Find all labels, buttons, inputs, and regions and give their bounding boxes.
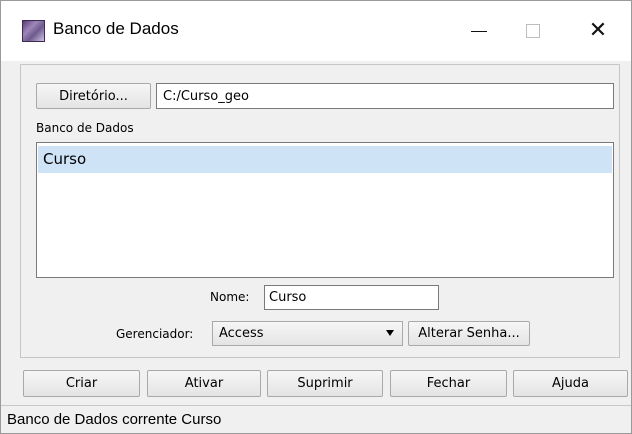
delete-button[interactable]: Suprimir <box>267 370 383 397</box>
title-bar[interactable]: Banco de Dados ✕ <box>1 1 631 61</box>
minimize-icon <box>471 30 487 32</box>
status-bar: Banco de Dados corrente Curso <box>1 405 631 433</box>
list-item[interactable]: Curso <box>38 146 612 173</box>
name-label: Nome: <box>210 290 250 304</box>
name-input[interactable]: Curso <box>264 285 439 310</box>
activate-button[interactable]: Ativar <box>147 370 261 397</box>
close-button[interactable]: Fechar <box>390 370 507 397</box>
directory-path-field[interactable]: C:/Curso_geo <box>156 83 614 109</box>
database-list-label: Banco de Dados <box>36 121 134 135</box>
minimize-button[interactable] <box>456 1 502 61</box>
manager-select[interactable]: Access <box>212 321 403 346</box>
chevron-down-icon <box>386 330 394 336</box>
maximize-icon <box>526 24 540 38</box>
app-icon <box>22 20 45 42</box>
help-button[interactable]: Ajuda <box>513 370 628 397</box>
close-icon: ✕ <box>588 18 608 43</box>
change-password-button[interactable]: Alterar Senha... <box>408 321 530 346</box>
window-title: Banco de Dados <box>53 19 179 38</box>
dialog-window: Banco de Dados ✕ Diretório... C:/Curso_g… <box>0 0 632 434</box>
database-list[interactable]: Curso <box>36 142 614 278</box>
directory-button[interactable]: Diretório... <box>36 83 151 109</box>
maximize-button <box>510 1 556 61</box>
manager-select-value: Access <box>219 326 264 341</box>
close-window-button[interactable]: ✕ <box>575 1 621 61</box>
manager-label: Gerenciador: <box>116 327 194 341</box>
create-button[interactable]: Criar <box>23 370 140 397</box>
